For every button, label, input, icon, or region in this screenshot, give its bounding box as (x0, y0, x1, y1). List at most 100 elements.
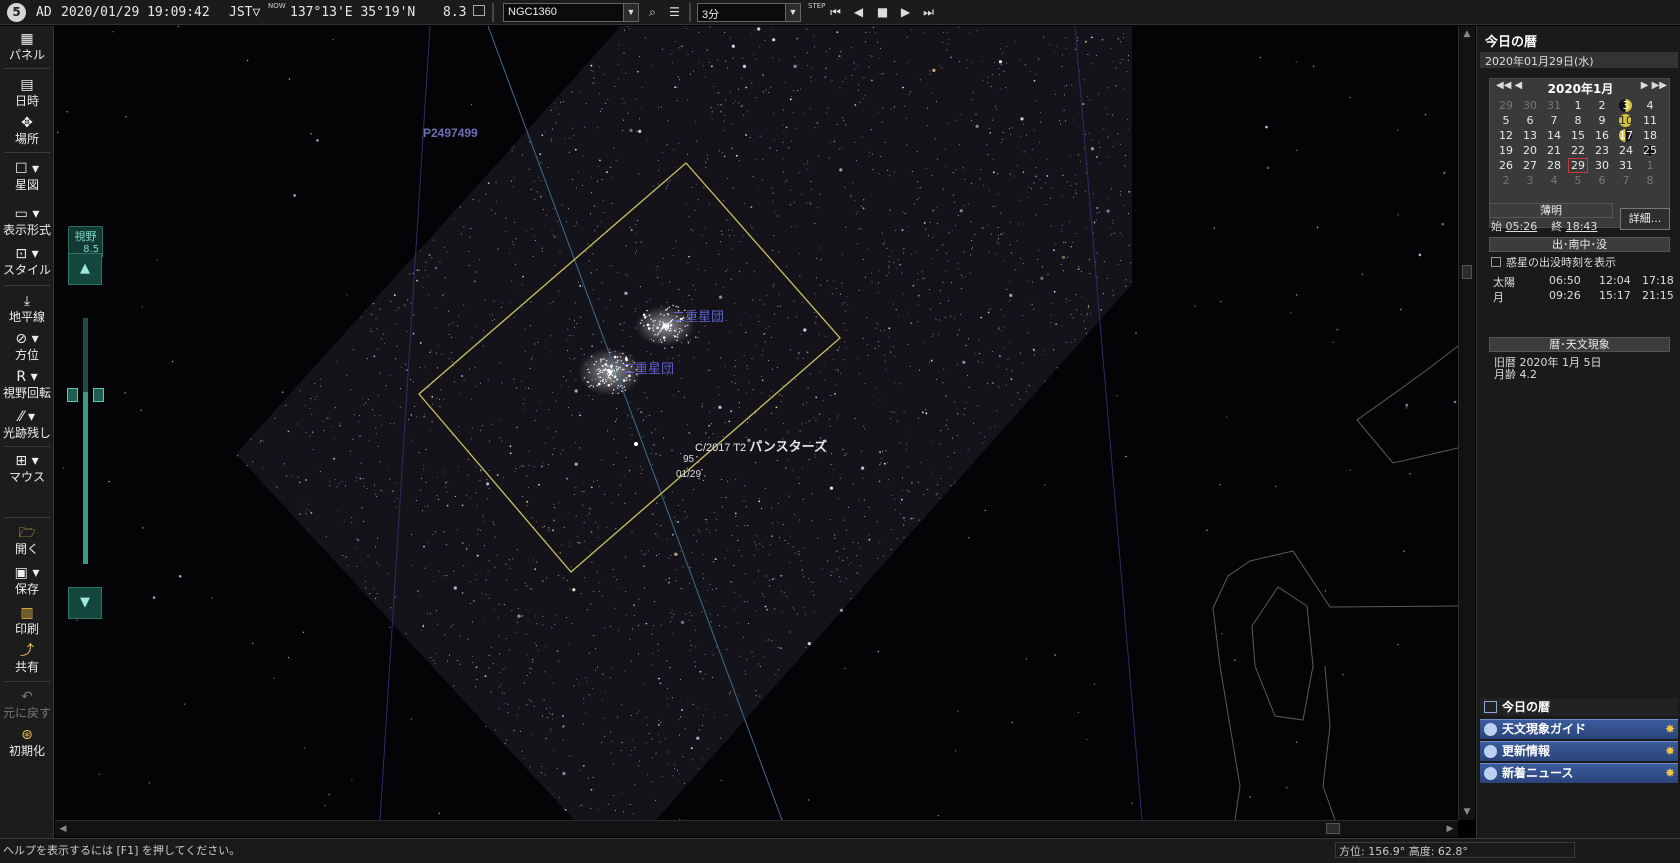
mouse-button[interactable]: ⊞ ▾ マウス (0, 450, 54, 488)
fov-rotate-button[interactable]: R ▾ 視野回転 (0, 366, 54, 404)
save-button[interactable]: ▣ ▾ 保存 (0, 562, 54, 600)
calendar-day[interactable]: 4 (1640, 98, 1660, 113)
calendar-day[interactable]: 29 (1568, 158, 1588, 173)
sky-map[interactable]: P2497499 二重星団 二重星団 C/2017 T2 パンスターズ 95 0… (55, 26, 1458, 820)
skip-back-icon[interactable]: ⏮ (826, 3, 845, 22)
calendar-day[interactable]: 6 (1592, 173, 1612, 188)
scroll-up-icon[interactable]: ▲ (1460, 27, 1474, 41)
timezone-display[interactable]: JST▽ (229, 5, 260, 20)
fov-icon[interactable] (473, 5, 485, 16)
calendar-day[interactable]: 7 (1544, 113, 1564, 128)
step-back-icon[interactable]: ◀ (849, 3, 868, 22)
location-coords[interactable]: 137°13'E 35°19'N (290, 5, 415, 20)
calendar-day[interactable]: 8 (1568, 113, 1588, 128)
datetime-display[interactable]: 2020/01/29 19:09:42 (61, 5, 210, 20)
scroll-down-icon[interactable]: ▼ (1460, 805, 1474, 819)
calendar-next-button[interactable]: ▶ ▶▶ (1641, 80, 1667, 91)
calendar-day[interactable]: 3 (1520, 173, 1540, 188)
horizon-button[interactable]: ⤓ 地平線 (0, 290, 54, 328)
panel-button[interactable]: ▦ パネル (0, 28, 54, 66)
horizontal-scroll-thumb[interactable] (1326, 823, 1340, 834)
calendar-day[interactable]: 27 (1520, 158, 1540, 173)
calendar-day[interactable]: 18 (1640, 128, 1660, 143)
calendar-day[interactable]: 3 (1616, 98, 1636, 113)
app-logo-icon[interactable]: 5 (7, 3, 26, 22)
calendar-day[interactable]: 16 (1592, 128, 1612, 143)
calendar-day[interactable]: 9 (1592, 113, 1612, 128)
calendar-day[interactable]: 5 (1496, 113, 1516, 128)
calendar-day[interactable]: 24 (1616, 143, 1636, 158)
calendar-day[interactable]: 26 (1496, 158, 1516, 173)
calendar-day[interactable]: 23 (1592, 143, 1612, 158)
now-icon[interactable]: NOW (268, 2, 286, 10)
asteroid-label[interactable]: P2497499 (423, 126, 478, 140)
detail-button[interactable]: 詳細... (1620, 208, 1670, 230)
calendar-day[interactable]: 25 (1640, 143, 1660, 158)
footer-title[interactable]: 今日の暦 (1480, 698, 1678, 716)
datetime-button[interactable]: ▤ 日時 (0, 74, 54, 112)
calendar-day[interactable]: 14 (1544, 128, 1564, 143)
astro-guide-link[interactable]: 天文現象ガイド ✸ (1480, 719, 1678, 739)
chevron-down-icon[interactable]: ▼ (785, 4, 800, 21)
planet-times-checkbox[interactable]: 惑星の出没時刻を表示 (1491, 254, 1616, 270)
calendar-day[interactable]: 11 (1640, 113, 1660, 128)
calendar-day[interactable]: 20 (1520, 143, 1540, 158)
vertical-scrollbar[interactable]: ▲ ▼ (1458, 26, 1475, 820)
reset-button[interactable]: ⊛ 初期化 (0, 724, 54, 762)
checkbox-icon[interactable] (1491, 257, 1501, 267)
calendar-day[interactable]: 29 (1496, 98, 1516, 113)
news-link[interactable]: 新着ニュース ✸ (1480, 763, 1678, 783)
scroll-right-icon[interactable]: ▶ (1443, 822, 1457, 836)
target-search-input[interactable]: NGC1360 ▼ (503, 3, 639, 22)
calendar-day[interactable]: 31 (1616, 158, 1636, 173)
location-button[interactable]: ✥ 場所 (0, 112, 54, 150)
horizontal-scrollbar[interactable]: ◀ ▶ (55, 820, 1458, 837)
share-button[interactable]: ⤴ 共有 (0, 640, 54, 678)
step-forward-icon[interactable]: ▶ (896, 3, 915, 22)
calendar-day[interactable]: 30 (1592, 158, 1612, 173)
calendar-day[interactable]: 6 (1520, 113, 1540, 128)
double-cluster-label[interactable]: 二重星団 (622, 358, 674, 377)
time-step-select[interactable]: 3分 ▼ (697, 3, 801, 22)
skip-forward-icon[interactable]: ⏭ (919, 3, 938, 22)
print-button[interactable]: ▥ 印刷 (0, 602, 54, 640)
calendar-day[interactable]: 4 (1544, 173, 1564, 188)
calendar-day[interactable]: 1 (1640, 158, 1660, 173)
calendar-day[interactable]: 5 (1568, 173, 1588, 188)
search-icon[interactable]: ⌕ (643, 3, 662, 22)
calendar-day[interactable]: 28 (1544, 158, 1564, 173)
calendar-day[interactable]: 7 (1616, 173, 1636, 188)
calendar-day[interactable]: 19 (1496, 143, 1516, 158)
step-icon[interactable]: STEP (808, 2, 825, 10)
stop-icon[interactable]: ■ (873, 3, 892, 22)
calendar-day[interactable]: 1 (1568, 98, 1588, 113)
starmap-button[interactable]: ☐ ▾ 星図 (0, 158, 54, 196)
calendar-day[interactable]: 15 (1568, 128, 1588, 143)
scroll-left-icon[interactable]: ◀ (56, 822, 70, 836)
undo-button[interactable]: ↶ 元に戻す (0, 686, 54, 724)
chevron-down-icon[interactable]: ▼ (623, 4, 638, 21)
zoom-in-button[interactable]: ▲ (68, 253, 102, 285)
update-info-link[interactable]: 更新情報 ✸ (1480, 741, 1678, 761)
calendar-day[interactable]: 2 (1592, 98, 1612, 113)
calendar-day[interactable]: 30 (1520, 98, 1540, 113)
zoom-slider[interactable] (83, 318, 88, 564)
display-mode-button[interactable]: ▭ ▾ 表示形式 (0, 203, 54, 241)
calendar-day[interactable]: 12 (1496, 128, 1516, 143)
trail-button[interactable]: ⁄⁄ ▾ 光跡残し (0, 406, 54, 444)
calendar-day[interactable]: 13 (1520, 128, 1540, 143)
comet-label[interactable]: C/2017 T2 パンスターズ (695, 436, 827, 455)
double-cluster-label[interactable]: 二重星団 (672, 306, 724, 325)
vertical-scroll-thumb[interactable] (1462, 265, 1472, 279)
list-icon[interactable]: ☰ (665, 3, 684, 22)
calendar-day[interactable]: 17 (1616, 128, 1636, 143)
zoom-slider-handle[interactable] (67, 388, 104, 402)
calendar-day[interactable]: 22 (1568, 143, 1588, 158)
calendar-day[interactable]: 21 (1544, 143, 1564, 158)
calendar-day[interactable]: 8 (1640, 173, 1660, 188)
direction-button[interactable]: ⊘ ▾ 方位 (0, 328, 54, 366)
zoom-out-button[interactable]: ▼ (68, 587, 102, 619)
style-button[interactable]: ⊡ ▾ スタイル (0, 243, 54, 281)
calendar-day[interactable]: 31 (1544, 98, 1564, 113)
calendar-day[interactable]: 10 (1616, 113, 1636, 128)
